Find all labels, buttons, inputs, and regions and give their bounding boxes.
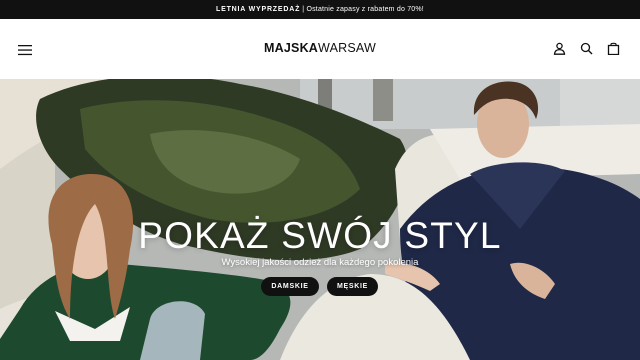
shop-men-button[interactable]: MĘSKIE bbox=[327, 277, 378, 296]
hero-banner: POKAŻ SWÓJ STYL Wysokiej jakości odzież … bbox=[0, 79, 640, 360]
announcement-text: Ostatnie zapasy z rabatem do 70%! bbox=[306, 6, 424, 13]
header-icons bbox=[553, 42, 620, 56]
cart-icon[interactable] bbox=[607, 42, 620, 56]
announcement-highlight: LETNIA WYPRZEDAŻ bbox=[216, 6, 301, 13]
account-icon[interactable] bbox=[553, 42, 566, 55]
site-header: MAJSKAWARSAW bbox=[0, 19, 640, 79]
hero-subtitle: Wysokiej jakości odzież dla każdego poko… bbox=[221, 257, 419, 268]
shop-women-button[interactable]: DAMSKIE bbox=[261, 277, 319, 296]
search-icon[interactable] bbox=[580, 42, 593, 55]
hero-title: POKAŻ SWÓJ STYL bbox=[138, 215, 502, 256]
brand-logo[interactable]: MAJSKAWARSAW bbox=[0, 40, 640, 56]
logo-part-warsaw: WARSAW bbox=[318, 41, 376, 55]
logo-part-majska: MAJSKA bbox=[264, 41, 319, 55]
announcement-bar: LETNIA WYPRZEDAŻ | Ostatnie zapasy z rab… bbox=[0, 0, 640, 19]
